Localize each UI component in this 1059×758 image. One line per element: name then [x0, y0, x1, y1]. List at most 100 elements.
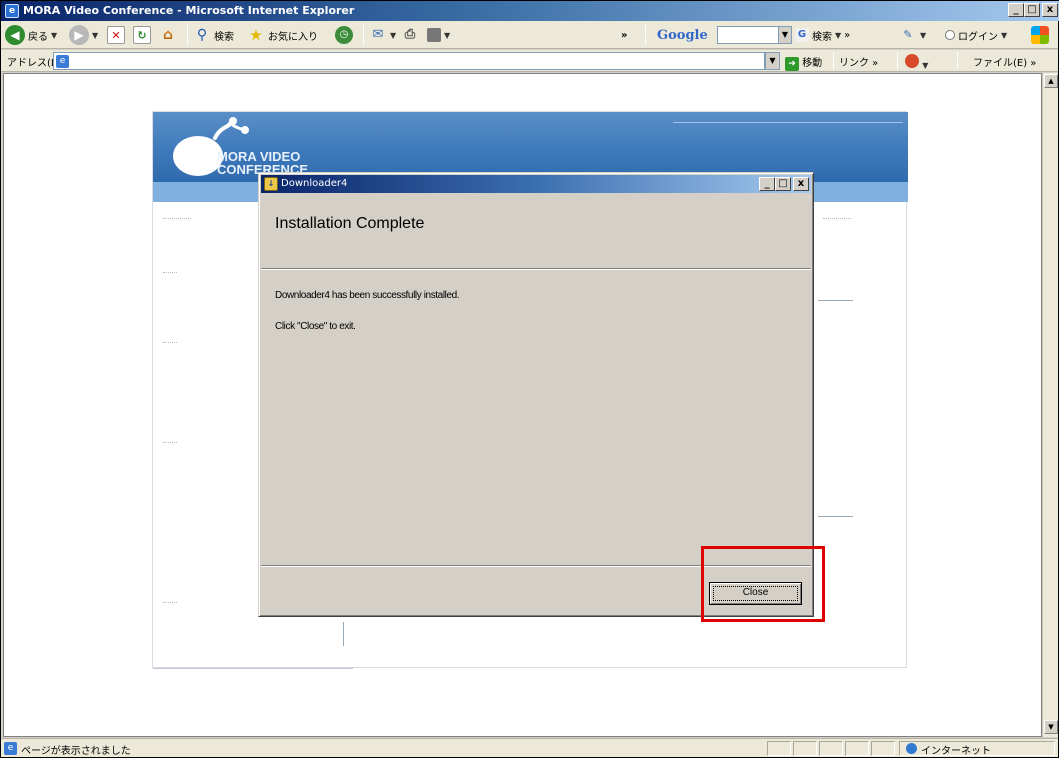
chevron-down-icon: ▼	[920, 30, 927, 40]
page-icon: e	[56, 55, 69, 68]
dialog-titlebar: ↓ Downloader4 _ □ x	[261, 175, 811, 193]
toolbar-separator	[833, 52, 834, 69]
placeholder-dots	[163, 602, 177, 603]
toolbar-more-icon: »	[844, 29, 851, 41]
login-button[interactable]: ログイン ▼	[945, 24, 1007, 46]
printer-icon: ⎙	[404, 27, 416, 42]
chevron-down-icon: ▼	[51, 30, 58, 40]
toolbar-separator	[897, 52, 898, 69]
pencil-icon: ✎	[903, 28, 913, 41]
google-logo: Google	[657, 27, 708, 43]
mail-button[interactable]: ✉ ▼	[369, 24, 397, 46]
google-search-button[interactable]: G 検索 ▼ »	[795, 24, 850, 46]
browser-titlebar: e MORA Video Conference - Microsoft Inte…	[1, 1, 1059, 21]
internet-globe-icon	[906, 743, 917, 754]
edit-button[interactable]: ▼	[427, 24, 450, 46]
google-search-label: 検索	[812, 31, 832, 43]
chevron-down-icon: ▼	[922, 61, 929, 70]
banner-line	[673, 122, 903, 123]
print-button[interactable]: ⎙	[401, 24, 419, 46]
logo-bubble	[173, 136, 223, 176]
red-highlight-box	[701, 546, 825, 622]
toolbar-more-button[interactable]: »	[621, 24, 627, 46]
browser-close-button[interactable]: x	[1042, 3, 1058, 17]
search-label: 検索	[214, 31, 234, 43]
google-search-input[interactable]	[717, 26, 779, 44]
placeholder-dots	[163, 272, 177, 273]
dialog-close-icon-button[interactable]: x	[793, 177, 809, 191]
dialog-minimize-button[interactable]: _	[759, 177, 775, 191]
file-menu[interactable]: ファイル(E) »	[973, 54, 1036, 69]
search-button[interactable]: ⚲ 検索	[193, 24, 234, 46]
go-arrow-icon: ➜	[785, 57, 799, 71]
scroll-up-arrow-icon[interactable]: ▲	[1044, 74, 1058, 88]
mail-icon: ✉	[372, 27, 384, 42]
toolbar-separator	[363, 25, 364, 45]
status-pane	[793, 741, 817, 756]
login-label: ログイン	[958, 31, 998, 43]
vertical-scrollbar[interactable]: ▲ ▼	[1042, 73, 1058, 737]
dialog-title: Downloader4	[281, 178, 348, 189]
addon-icon	[905, 54, 919, 68]
dialog-maximize-button[interactable]: □	[775, 177, 791, 191]
stop-button[interactable]: ✕	[107, 24, 125, 46]
back-label: 戻る	[28, 31, 48, 43]
windows-logo-icon	[1031, 24, 1049, 46]
status-pane	[845, 741, 869, 756]
install-success-message: Downloader4 has been successfully instal…	[275, 290, 460, 301]
address-dropdown[interactable]: ▼	[765, 52, 780, 70]
status-pane	[767, 741, 791, 756]
placeholder-dots	[163, 442, 177, 443]
logo-sprout-icon	[213, 117, 249, 140]
address-bar: アドレス(D) e ▼ ➜ 移動 リンク » ▼ ファイル(E) »	[1, 50, 1058, 72]
forward-button[interactable]: ▶ ▼	[69, 24, 98, 46]
toolbar-separator	[957, 52, 958, 69]
status-pane	[819, 741, 843, 756]
refresh-button[interactable]: ↻	[133, 24, 151, 46]
login-radio-icon	[945, 30, 955, 40]
chevron-down-icon: ▼	[92, 30, 99, 40]
go-label: 移動	[802, 58, 823, 69]
status-bar: e ページが表示されました インターネット	[1, 738, 1058, 757]
ie-app-icon: e	[5, 4, 19, 18]
address-input[interactable]: e	[53, 52, 765, 70]
dialog-heading: Installation Complete	[275, 215, 425, 232]
home-button[interactable]: ⌂	[159, 24, 177, 46]
chevron-down-icon: ▼	[835, 30, 842, 40]
chevron-down-icon: ▼	[444, 30, 451, 40]
chevron-down-icon: ▼	[1001, 30, 1008, 40]
edit-icon	[427, 28, 441, 42]
dialog-header: Installation Complete	[261, 195, 811, 269]
placeholder-dots	[163, 342, 177, 343]
stop-icon: ✕	[107, 26, 125, 44]
toolbar-separator	[645, 25, 646, 45]
go-button[interactable]: ➜ 移動	[785, 54, 822, 71]
browser-title: MORA Video Conference - Microsoft Intern…	[23, 4, 355, 17]
refresh-icon: ↻	[133, 26, 151, 44]
placeholder-dots	[823, 218, 851, 219]
home-icon: ⌂	[162, 27, 174, 43]
history-button[interactable]: ◷	[335, 24, 353, 46]
footer-line	[153, 668, 353, 669]
chevron-down-icon: ▼	[390, 30, 397, 40]
browser-maximize-button[interactable]: □	[1024, 3, 1040, 17]
links-button[interactable]: リンク »	[839, 54, 878, 69]
back-button[interactable]: ◀ 戻る ▼	[5, 24, 57, 46]
google-search-dropdown[interactable]: ▼	[778, 26, 792, 44]
favorites-label: お気に入り	[268, 31, 318, 43]
content-divider	[818, 516, 853, 517]
downloader-app-icon: ↓	[264, 177, 278, 191]
favorites-button[interactable]: ★ お気に入り	[247, 24, 318, 46]
browser-minimize-button[interactable]: _	[1008, 3, 1024, 17]
google-g-icon: G	[795, 28, 809, 42]
security-zone-text: インターネット	[921, 746, 991, 757]
status-text: ページが表示されました	[21, 746, 131, 757]
content-divider	[818, 300, 853, 301]
tools-button[interactable]: ✎ ▼	[899, 24, 926, 46]
scroll-down-arrow-icon[interactable]: ▼	[1044, 720, 1058, 734]
addon-button[interactable]: ▼	[905, 54, 928, 71]
back-arrow-icon: ◀	[5, 25, 25, 45]
page-status-icon: e	[4, 742, 17, 755]
content-divider	[343, 622, 344, 646]
browser-toolbar: ◀ 戻る ▼ ▶ ▼ ✕ ↻ ⌂ ⚲ 検索 ★ お気に入り ◷ ✉ ▼ ⎙ ▼ …	[1, 21, 1058, 49]
